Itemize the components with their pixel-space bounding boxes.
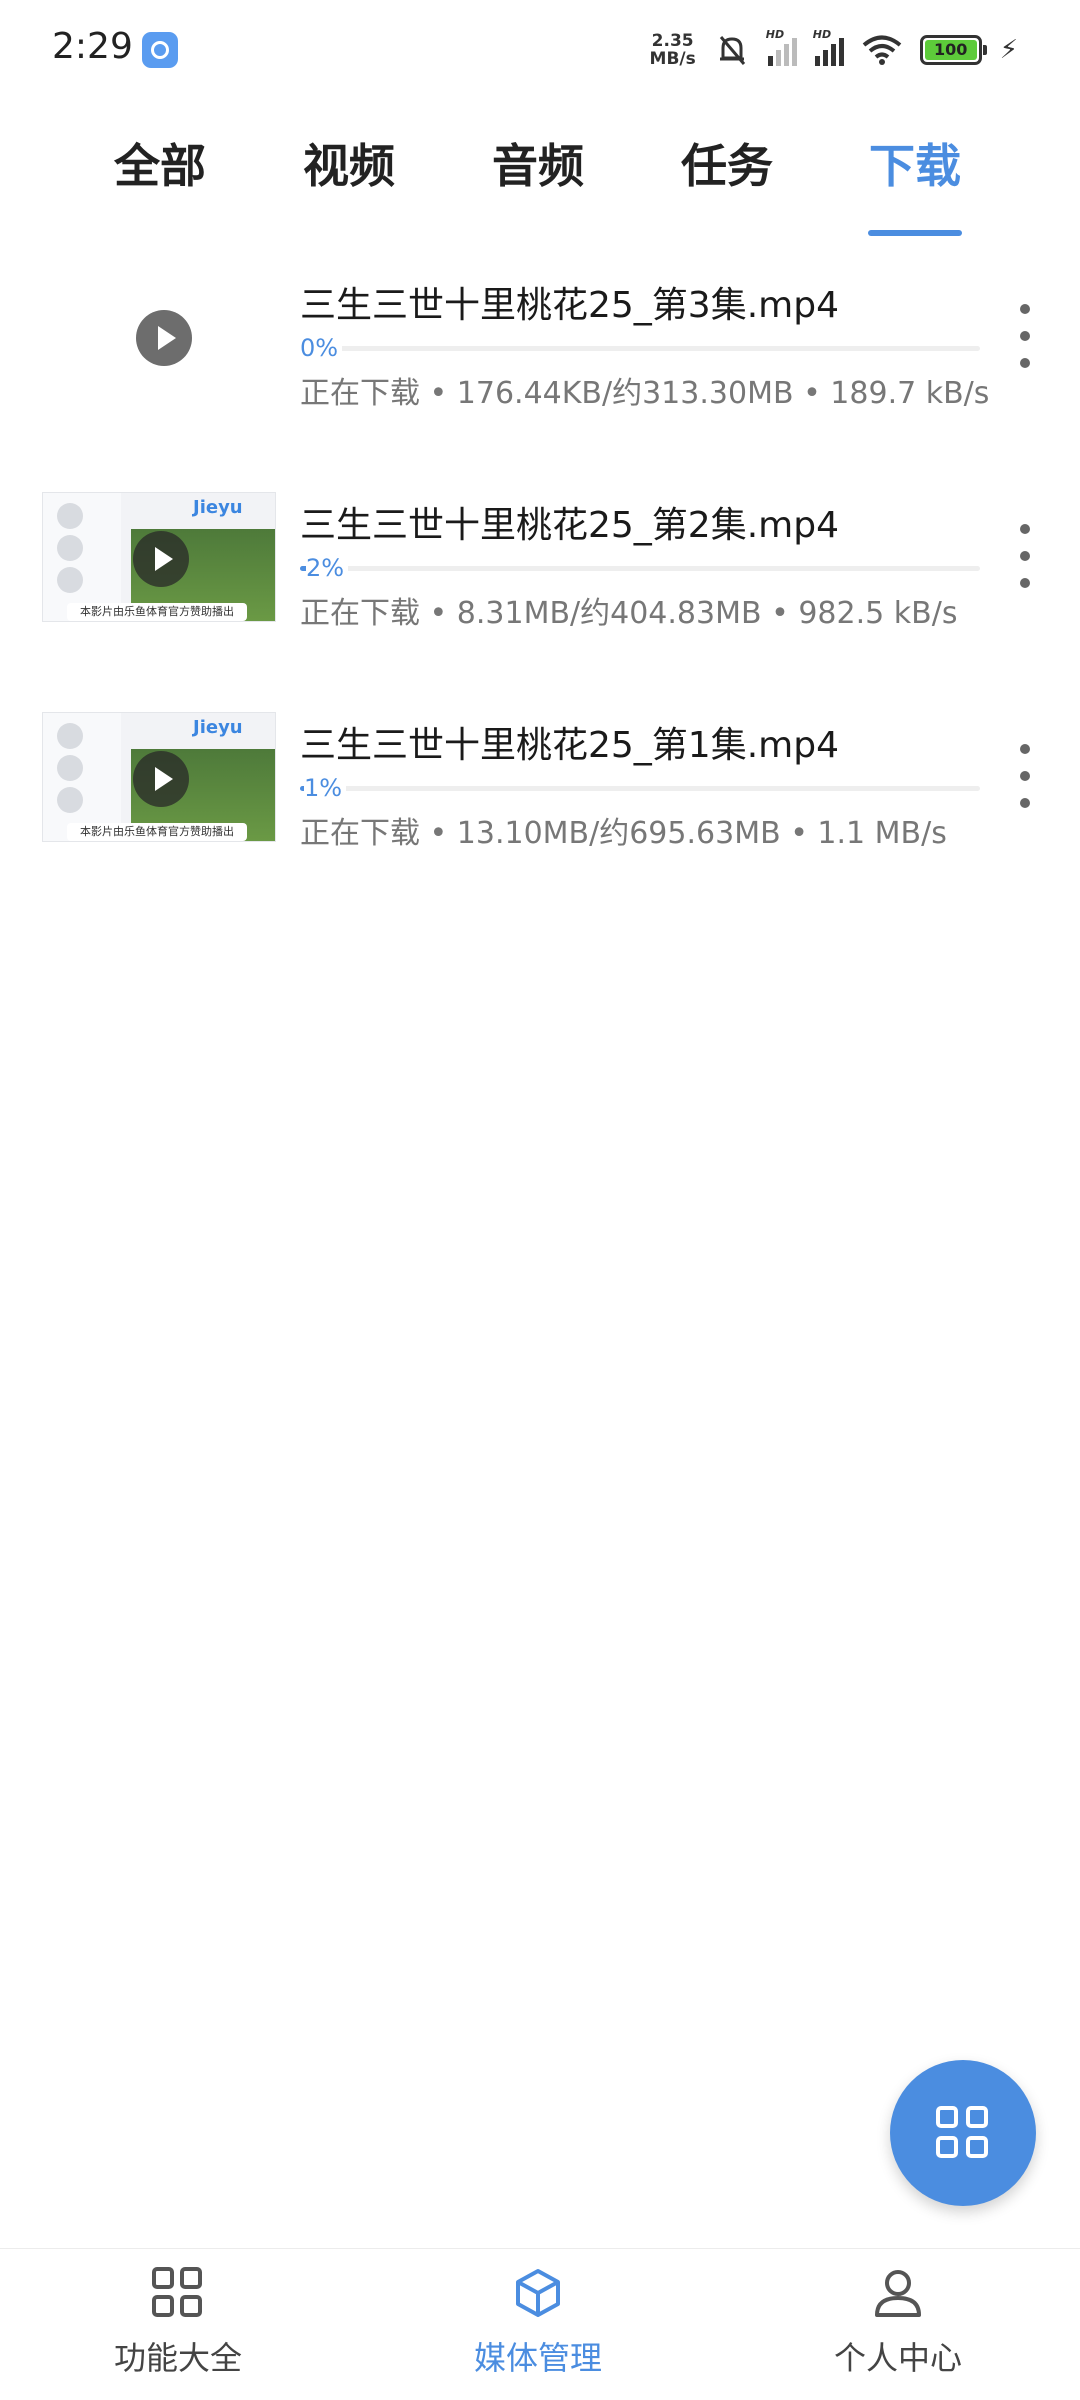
video-thumbnail[interactable]: Jieyu 本影片由乐鱼体育官方赞助播出	[42, 492, 276, 622]
play-icon[interactable]	[133, 751, 189, 807]
person-icon	[872, 2267, 924, 2319]
thumbnail-caption: 本影片由乐鱼体育官方赞助播出	[67, 823, 247, 841]
more-options-button[interactable]	[1010, 304, 1040, 368]
tab-active-indicator	[868, 230, 962, 236]
video-thumbnail[interactable]: Jieyu 本影片由乐鱼体育官方赞助播出	[42, 712, 276, 842]
thumbnail-avatar	[57, 755, 83, 781]
cube-icon	[512, 2267, 564, 2319]
thumbnail-brand: Jieyu	[193, 717, 243, 738]
video-thumbnail[interactable]	[42, 272, 276, 402]
nav-features-label: 功能大全	[113, 2339, 242, 2377]
thumbnail-avatar	[57, 787, 83, 813]
tab-download[interactable]: 下载	[845, 130, 985, 196]
thumbnail-avatar	[57, 567, 83, 593]
download-status: 正在下载 • 13.10MB/约695.63MB • 1.1 MB/s	[300, 816, 947, 851]
status-bar: 2:29 2.35 MB/s HD HD 100 ⚡	[0, 0, 1080, 100]
play-icon[interactable]	[136, 310, 192, 366]
thumbnail-avatar	[57, 723, 83, 749]
mute-bell-icon	[719, 36, 745, 65]
battery-icon: 100	[919, 35, 987, 65]
signal-icon-2: HD	[813, 28, 844, 66]
wifi-icon	[862, 35, 902, 65]
nav-personal-center[interactable]: 个人中心	[798, 2267, 998, 2379]
nav-features[interactable]: 功能大全	[78, 2267, 278, 2379]
signal-icon: HD	[766, 28, 797, 66]
nav-media-management[interactable]: 媒体管理	[438, 2267, 638, 2379]
download-title: 三生三世十里桃花25_第3集.mp4	[300, 285, 839, 326]
tab-audio[interactable]: 音频	[468, 130, 608, 196]
download-item[interactable]: Jieyu 本影片由乐鱼体育官方赞助播出 三生三世十里桃花25_第2集.mp4 …	[0, 492, 1080, 712]
tab-tasks[interactable]: 任务	[657, 130, 797, 196]
more-options-button[interactable]	[1010, 744, 1040, 808]
status-time: 2:29	[52, 26, 133, 67]
thumbnail-avatar	[57, 535, 83, 561]
download-item[interactable]: 三生三世十里桃花25_第3集.mp4 0% 正在下载 • 176.44KB/约3…	[0, 272, 1080, 492]
thumbnail-brand: Jieyu	[193, 497, 243, 518]
nav-personal-center-label: 个人中心	[833, 2339, 962, 2377]
play-icon[interactable]	[133, 531, 189, 587]
download-item[interactable]: Jieyu 本影片由乐鱼体育官方赞助播出 三生三世十里桃花25_第1集.mp4 …	[0, 712, 1080, 932]
download-list: 三生三世十里桃花25_第3集.mp4 0% 正在下载 • 176.44KB/约3…	[0, 272, 1080, 932]
network-speed-value: 2.35	[651, 31, 694, 51]
progress-bar	[300, 786, 980, 791]
nav-media-management-label: 媒体管理	[473, 2339, 602, 2377]
tab-bar: 全部 视频 音频 任务 下载	[0, 120, 1080, 240]
tab-video[interactable]: 视频	[279, 130, 419, 196]
progress-percent: 2%	[306, 554, 349, 582]
progress-bar	[300, 346, 980, 351]
grid-fab-button[interactable]	[890, 2060, 1036, 2206]
bottom-navigation: 功能大全 媒体管理 个人中心	[0, 2248, 1080, 2400]
progress-bar	[300, 566, 980, 571]
thumbnail-caption: 本影片由乐鱼体育官方赞助播出	[67, 603, 247, 621]
status-indicators: 2.35 MB/s HD HD 100 ⚡	[650, 26, 1018, 74]
thumbnail-avatar	[57, 503, 83, 529]
network-speed-unit: MB/s	[649, 49, 696, 69]
battery-level: 100	[924, 40, 977, 60]
download-title: 三生三世十里桃花25_第1集.mp4	[300, 725, 839, 766]
progress-percent: 0%	[300, 334, 343, 362]
download-status: 正在下载 • 8.31MB/约404.83MB • 982.5 kB/s	[300, 596, 958, 631]
grid-icon	[152, 2267, 204, 2319]
download-title: 三生三世十里桃花25_第2集.mp4	[300, 505, 839, 546]
network-speed: 2.35 MB/s	[650, 32, 696, 68]
charging-icon: ⚡	[999, 35, 1018, 65]
download-status: 正在下载 • 176.44KB/约313.30MB • 189.7 kB/s	[300, 376, 990, 411]
progress-percent: 1%	[304, 774, 347, 802]
tab-all[interactable]: 全部	[90, 130, 230, 196]
signal-hd-label: HD	[765, 28, 785, 41]
signal-hd-label-2: HD	[812, 28, 832, 41]
app-notification-icon	[142, 32, 178, 68]
grid-icon	[936, 2106, 990, 2160]
more-options-button[interactable]	[1010, 524, 1040, 588]
